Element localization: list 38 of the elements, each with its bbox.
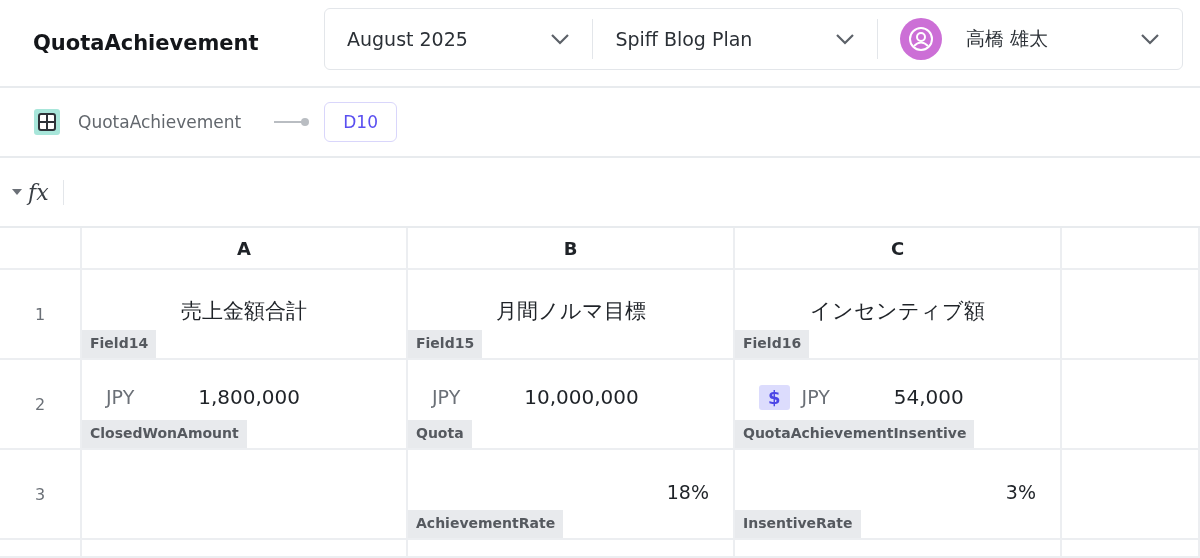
field-tag: Quota	[408, 420, 472, 448]
currency-code: JPY	[432, 386, 461, 408]
field-tag: ClosedWonAmount	[82, 420, 247, 448]
caret-down-icon[interactable]	[12, 189, 22, 195]
cell-value: 54,000	[893, 385, 964, 409]
dropdown[interactable]: August 2025	[325, 9, 593, 69]
row-header[interactable]: 3	[0, 450, 82, 540]
column-header[interactable]: C	[735, 228, 1062, 270]
field-tag: QuotaAchievementInsentive	[735, 420, 975, 448]
connector-icon	[274, 117, 311, 127]
chevron-down-icon	[834, 33, 855, 45]
field-tag: AchievementRate	[408, 510, 564, 538]
cell-value: 3%	[1004, 481, 1037, 503]
currency-code: JPY	[801, 386, 830, 408]
cell-value: 18%	[665, 481, 710, 503]
currency-code: JPY	[106, 386, 135, 408]
formula-label: fx	[28, 179, 64, 205]
field-tag: Field14	[82, 330, 157, 358]
chevron-down-icon	[550, 33, 571, 45]
dropdown[interactable]: 高橋 雄太	[876, 19, 1182, 59]
cell-value: 10,000,000	[524, 385, 639, 409]
field-tag: Field16	[735, 330, 810, 358]
field-tag: Field15	[408, 330, 483, 358]
avatar-icon	[899, 18, 942, 60]
cell-text: インセンティブ額	[809, 298, 986, 325]
cell-text: 月間ノルマ目標	[494, 298, 647, 325]
column-header[interactable]: A	[82, 228, 408, 270]
cell-value: 1,800,000	[198, 385, 301, 409]
field-tag: InsentiveRate	[735, 510, 861, 538]
dropdown[interactable]: Spiff Blog Plan	[592, 19, 877, 59]
table-name[interactable]: QuotaAchievement	[78, 112, 242, 132]
currency-badge: $	[759, 384, 790, 410]
cell-text: 売上金額合計	[180, 298, 308, 325]
cell-reference: D10	[324, 102, 397, 142]
chevron-down-icon	[1140, 33, 1160, 45]
page-title: QuotaAchievement	[33, 31, 260, 55]
column-header[interactable]: B	[408, 228, 735, 270]
table-icon	[34, 109, 60, 135]
